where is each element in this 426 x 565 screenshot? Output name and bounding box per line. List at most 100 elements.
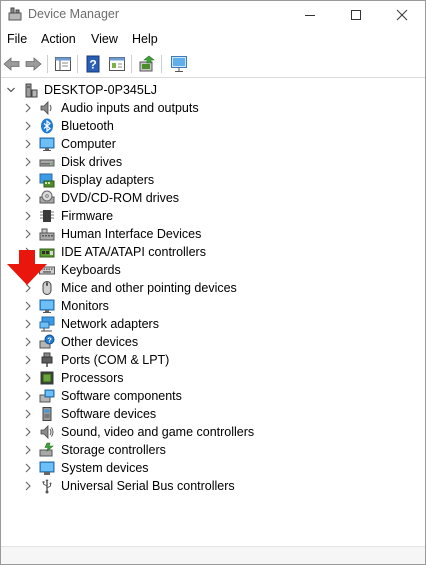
firmware-chip-icon bbox=[39, 208, 55, 224]
tree-item-system-devices[interactable]: System devices bbox=[1, 459, 425, 477]
tree-item-label: Other devices bbox=[61, 335, 139, 349]
tree-item-audio-inputs-and-outputs[interactable]: Audio inputs and outputs bbox=[1, 99, 425, 117]
back-arrow-icon bbox=[3, 57, 20, 71]
tree-item-sound-video-and-game-controllers[interactable]: Sound, video and game controllers bbox=[1, 423, 425, 441]
scan-hardware-icon bbox=[171, 56, 187, 72]
chevron-right-icon[interactable] bbox=[23, 354, 33, 366]
tree-item-label: Ports (COM & LPT) bbox=[61, 353, 170, 367]
chevron-right-icon[interactable] bbox=[23, 480, 33, 492]
red-arrow-annotation-icon bbox=[7, 250, 47, 285]
status-bar bbox=[1, 546, 425, 564]
forward-button[interactable] bbox=[23, 54, 43, 74]
chevron-right-icon[interactable] bbox=[23, 192, 33, 204]
tree-item-ports-com-lpt[interactable]: Ports (COM & LPT) bbox=[1, 351, 425, 369]
device-manager-window: Device Manager File Action View Help ? D… bbox=[0, 0, 426, 565]
properties-button[interactable] bbox=[107, 54, 127, 74]
port-icon bbox=[39, 352, 55, 368]
tree-root-computer[interactable]: DESKTOP-0P345LJ bbox=[1, 81, 425, 99]
tree-item-software-devices[interactable]: Software devices bbox=[1, 405, 425, 423]
tree-item-storage-controllers[interactable]: Storage controllers bbox=[1, 441, 425, 459]
tree-item-label: Universal Serial Bus controllers bbox=[61, 479, 235, 493]
help-button[interactable]: ? bbox=[83, 54, 103, 74]
chevron-right-icon[interactable] bbox=[23, 372, 33, 384]
chevron-right-icon[interactable] bbox=[23, 408, 33, 420]
tree-item-label: Sound, video and game controllers bbox=[61, 425, 255, 439]
tree-item-software-components[interactable]: Software components bbox=[1, 387, 425, 405]
computer-tower-icon bbox=[23, 82, 39, 98]
tree-item-label: Network adapters bbox=[61, 317, 159, 331]
minimize-button[interactable] bbox=[287, 1, 333, 28]
chevron-right-icon[interactable] bbox=[23, 102, 33, 114]
tree-item-dvd-cd-rom-drives[interactable]: DVD/CD-ROM drives bbox=[1, 189, 425, 207]
update-driver-icon bbox=[139, 55, 155, 72]
tree-item-ide-ata-atapi-controllers[interactable]: IDE ATA/ATAPI controllers bbox=[1, 243, 425, 261]
chevron-right-icon[interactable] bbox=[23, 300, 33, 312]
title-bar[interactable]: Device Manager bbox=[1, 1, 425, 28]
tree-item-label: Firmware bbox=[61, 209, 114, 223]
svg-text:?: ? bbox=[89, 58, 96, 72]
processor-icon bbox=[39, 370, 55, 386]
chevron-right-icon[interactable] bbox=[23, 336, 33, 348]
chevron-right-icon[interactable] bbox=[23, 210, 33, 222]
device-tree: DESKTOP-0P345LJ Audio inputs and outputs… bbox=[1, 81, 425, 541]
tree-item-label: Mice and other pointing devices bbox=[61, 281, 237, 295]
monitor-icon bbox=[39, 136, 55, 152]
menu-action[interactable]: Action bbox=[41, 32, 76, 46]
chevron-right-icon[interactable] bbox=[23, 228, 33, 240]
tree-item-label: Processors bbox=[61, 371, 124, 385]
show-hide-console-tree-button[interactable] bbox=[53, 54, 73, 74]
chevron-right-icon[interactable] bbox=[23, 138, 33, 150]
tree-item-label: Human Interface Devices bbox=[61, 227, 202, 241]
unknown-device-icon: ? bbox=[39, 334, 55, 350]
chevron-right-icon[interactable] bbox=[23, 318, 33, 330]
close-button[interactable] bbox=[379, 1, 425, 28]
tree-item-label: Software components bbox=[61, 389, 182, 403]
svg-text:?: ? bbox=[47, 335, 52, 344]
speaker-icon bbox=[39, 100, 55, 116]
menu-view[interactable]: View bbox=[91, 32, 118, 46]
scan-for-hardware-changes-button[interactable] bbox=[169, 54, 189, 74]
tree-item-other-devices[interactable]: ? Other devices bbox=[1, 333, 425, 351]
tree-item-firmware[interactable]: Firmware bbox=[1, 207, 425, 225]
tree-item-mice-and-other-pointing-devices[interactable]: Mice and other pointing devices bbox=[1, 279, 425, 297]
tree-item-keyboards[interactable]: Keyboards bbox=[1, 261, 425, 279]
tree-item-bluetooth[interactable]: Bluetooth bbox=[1, 117, 425, 135]
menu-bar: File Action View Help bbox=[1, 30, 425, 49]
help-book-icon: ? bbox=[86, 55, 100, 73]
tree-item-network-adapters[interactable]: Network adapters bbox=[1, 315, 425, 333]
tree-item-label: Software devices bbox=[61, 407, 157, 421]
chevron-right-icon[interactable] bbox=[23, 444, 33, 456]
menu-file[interactable]: File bbox=[7, 32, 27, 46]
disk-drive-icon bbox=[39, 154, 55, 170]
chevron-right-icon[interactable] bbox=[23, 462, 33, 474]
network-adapter-icon bbox=[39, 316, 55, 332]
tree-item-label: Display adapters bbox=[61, 173, 155, 187]
sound-controller-icon bbox=[39, 424, 55, 440]
update-driver-button[interactable] bbox=[137, 54, 157, 74]
bluetooth-icon bbox=[39, 118, 55, 134]
tree-item-label: Bluetooth bbox=[61, 119, 114, 133]
tree-item-processors[interactable]: Processors bbox=[1, 369, 425, 387]
tree-item-human-interface-devices[interactable]: Human Interface Devices bbox=[1, 225, 425, 243]
chevron-right-icon[interactable] bbox=[23, 390, 33, 402]
chevron-right-icon[interactable] bbox=[23, 156, 33, 168]
tree-item-label: DVD/CD-ROM drives bbox=[61, 191, 180, 205]
chevron-down-icon[interactable] bbox=[6, 85, 16, 97]
tree-item-label: IDE ATA/ATAPI controllers bbox=[61, 245, 206, 259]
tree-item-display-adapters[interactable]: Display adapters bbox=[1, 171, 425, 189]
chevron-right-icon[interactable] bbox=[23, 174, 33, 186]
chevron-right-icon[interactable] bbox=[23, 426, 33, 438]
maximize-button[interactable] bbox=[333, 1, 379, 28]
menu-help[interactable]: Help bbox=[132, 32, 158, 46]
dvd-drive-icon bbox=[39, 190, 55, 206]
tree-item-label: System devices bbox=[61, 461, 149, 475]
tree-item-label: Computer bbox=[61, 137, 116, 151]
toolbar-separator bbox=[77, 55, 78, 73]
toolbar: ? bbox=[1, 51, 425, 78]
tree-item-monitors[interactable]: Monitors bbox=[1, 297, 425, 315]
tree-item-disk-drives[interactable]: Disk drives bbox=[1, 153, 425, 171]
chevron-right-icon[interactable] bbox=[23, 120, 33, 132]
tree-item-computer[interactable]: Computer bbox=[1, 135, 425, 153]
tree-item-universal-serial-bus-controllers[interactable]: Universal Serial Bus controllers bbox=[1, 477, 425, 495]
back-button[interactable] bbox=[2, 54, 22, 74]
